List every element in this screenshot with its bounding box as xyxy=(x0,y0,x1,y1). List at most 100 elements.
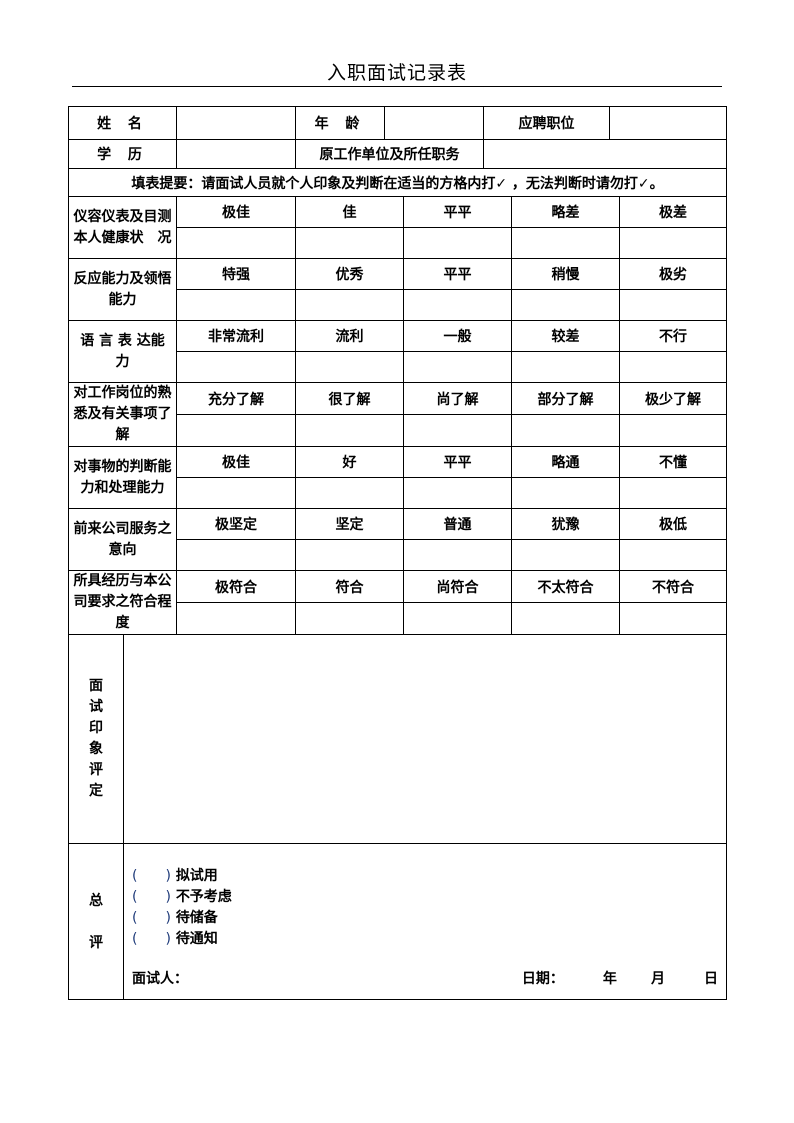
rating-checkbox-cell[interactable] xyxy=(176,539,296,571)
ratings-table: 仪容仪表及目测本人健康状 况极佳佳平平 略差 极差 反应能力及领悟能力 特强 优秀 平平 稍慢… xyxy=(68,196,727,635)
impression-label-char: 印 xyxy=(89,720,103,736)
former-employer-field[interactable] xyxy=(483,139,727,169)
impression-row: 面试印象评定 xyxy=(68,634,727,844)
rating-checkbox-cell[interactable] xyxy=(176,414,296,447)
rating-checkbox-cell[interactable] xyxy=(619,477,727,509)
option-checkbox[interactable]: ( ) xyxy=(132,910,171,926)
rating-option-label: 极佳 xyxy=(176,196,296,228)
age-field[interactable] xyxy=(384,106,484,140)
option-checkbox[interactable]: ( ) xyxy=(132,931,171,947)
age-label: 年 龄 xyxy=(295,106,385,140)
rating-checkbox-cell[interactable] xyxy=(619,227,727,259)
remarks-table: 面试印象评定 总评 ( ) 拟试用( ) 不予考虑( ) 待储备( ) 待通知 … xyxy=(68,634,727,1000)
rating-checkbox-cell[interactable] xyxy=(176,602,296,635)
rating-option-label: 不太符合 xyxy=(511,570,620,603)
summary-option[interactable]: ( ) 不予考虑 xyxy=(132,887,232,908)
rating-header-row: 反应能力及领悟能力 特强 优秀 平平 稍慢 极劣 xyxy=(68,258,727,321)
date-line: 日期： 年 月 日 xyxy=(522,968,718,988)
criterion-label: 所具经历与本公司要求之符合程度 xyxy=(68,570,177,635)
impression-field[interactable] xyxy=(123,634,727,844)
rating-checkbox-cell[interactable] xyxy=(295,289,404,321)
rating-checkbox-cell[interactable] xyxy=(403,602,512,635)
criterion-label: 仪容仪表及目测本人健康状 况 xyxy=(68,196,177,259)
rating-checkbox-cell[interactable] xyxy=(511,602,620,635)
rating-option-label: 好 xyxy=(295,446,404,478)
impression-label-char: 评 xyxy=(89,762,103,778)
option-label: 待通知 xyxy=(175,931,218,947)
rating-option-label: 极少了解 xyxy=(619,382,727,415)
rating-option-label: 平平 xyxy=(403,446,512,478)
page-title: 入职面试记录表 xyxy=(326,62,467,84)
rating-checkbox-cell[interactable] xyxy=(511,289,620,321)
option-checkbox[interactable]: ( ) xyxy=(132,868,171,884)
rating-option-label: 坚定 xyxy=(295,508,404,540)
rating-checkbox-cell[interactable] xyxy=(511,414,620,447)
position-field[interactable] xyxy=(609,106,727,140)
option-label: 拟试用 xyxy=(175,868,218,884)
rating-option-label: 流利 xyxy=(295,320,404,352)
impression-label: 面试印象评定 xyxy=(68,634,124,844)
rating-option-label: 充分了解 xyxy=(176,382,296,415)
summary-option[interactable]: ( ) 待储备 xyxy=(132,908,232,929)
rating-checkbox-cell[interactable] xyxy=(176,289,296,321)
rating-checkbox-cell[interactable] xyxy=(403,289,512,321)
rating-checkbox-cell[interactable] xyxy=(619,602,727,635)
option-label: 待储备 xyxy=(175,910,218,926)
rating-checkbox-cell[interactable] xyxy=(511,227,620,259)
fill-hint: 填表提要：请面试人员就个人印象及判断在适当的方格内打✓ ，无法判断时请勿打✓。 xyxy=(68,168,727,197)
rating-checkbox-cell[interactable] xyxy=(511,539,620,571)
rating-checkbox-cell[interactable] xyxy=(295,227,404,259)
option-label: 不予考虑 xyxy=(175,889,232,905)
rating-option-label: 极差 xyxy=(619,196,727,228)
rating-option-label: 极坚定 xyxy=(176,508,296,540)
name-field[interactable] xyxy=(176,106,296,140)
interview-table: 姓 名 年 龄 应聘职位 学 历 原工作单位及所任职务 填表提要：请面试人员就个… xyxy=(68,106,727,197)
rating-checkbox-cell[interactable] xyxy=(295,539,404,571)
rating-checkbox-cell[interactable] xyxy=(176,227,296,259)
rating-option-label: 很了解 xyxy=(295,382,404,415)
rating-option-label: 不行 xyxy=(619,320,727,352)
signature-row: 面试人： 日期： 年 月 日 xyxy=(132,968,718,988)
year-label: 年 xyxy=(602,971,617,987)
rating-checkbox-cell[interactable] xyxy=(619,351,727,383)
rating-header-row: 仪容仪表及目测本人健康状 况极佳佳平平 略差 极差 xyxy=(68,196,727,259)
rating-checkbox-cell[interactable] xyxy=(295,351,404,383)
rating-checkbox-cell[interactable] xyxy=(511,351,620,383)
rating-option-label: 尚了解 xyxy=(403,382,512,415)
rating-checkbox-cell[interactable] xyxy=(619,539,727,571)
day-label: 日 xyxy=(704,971,718,987)
rating-option-label: 平平 xyxy=(403,196,512,228)
rating-option-label: 平平 xyxy=(403,258,512,290)
criterion-label: 对事物的判断能力和处理能力 xyxy=(68,446,177,509)
date-label: 日期： xyxy=(521,971,564,987)
rating-checkbox-cell[interactable] xyxy=(403,539,512,571)
summary-option[interactable]: ( ) 拟试用 xyxy=(132,866,232,887)
rating-option-label: 优秀 xyxy=(295,258,404,290)
rating-option-label: 非常流利 xyxy=(176,320,296,352)
rating-checkbox-cell[interactable] xyxy=(176,351,296,383)
rating-checkbox-cell[interactable] xyxy=(295,414,404,447)
education-field[interactable] xyxy=(176,139,296,169)
summary-row: 总评 ( ) 拟试用( ) 不予考虑( ) 待储备( ) 待通知 面试人： 日期… xyxy=(68,843,727,1000)
rating-checkbox-cell[interactable] xyxy=(403,414,512,447)
rating-checkbox-cell[interactable] xyxy=(403,477,512,509)
rating-checkbox-cell[interactable] xyxy=(619,414,727,447)
summary-options: ( ) 拟试用( ) 不予考虑( ) 待储备( ) 待通知 xyxy=(132,866,232,950)
rating-option-label: 符合 xyxy=(295,570,404,603)
rating-option-label: 略通 xyxy=(511,446,620,478)
rating-checkbox-cell[interactable] xyxy=(403,351,512,383)
option-checkbox[interactable]: ( ) xyxy=(132,889,171,905)
summary-option[interactable]: ( ) 待通知 xyxy=(132,929,232,950)
rating-checkbox-cell[interactable] xyxy=(403,227,512,259)
rating-option-label: 特强 xyxy=(176,258,296,290)
rating-checkbox-cell[interactable] xyxy=(511,477,620,509)
rating-checkbox-cell[interactable] xyxy=(176,477,296,509)
education-label: 学 历 xyxy=(68,139,177,169)
rating-checkbox-cell[interactable] xyxy=(619,289,727,321)
rating-option-label: 普通 xyxy=(403,508,512,540)
interview-form: 姓 名 年 龄 应聘职位 学 历 原工作单位及所任职务 填表提要：请面试人员就个… xyxy=(68,106,727,1000)
basic-info-row-2: 学 历 原工作单位及所任职务 xyxy=(68,139,727,169)
rating-checkbox-cell[interactable] xyxy=(295,602,404,635)
rating-checkbox-cell[interactable] xyxy=(295,477,404,509)
former-employer-label: 原工作单位及所任职务 xyxy=(295,139,484,169)
